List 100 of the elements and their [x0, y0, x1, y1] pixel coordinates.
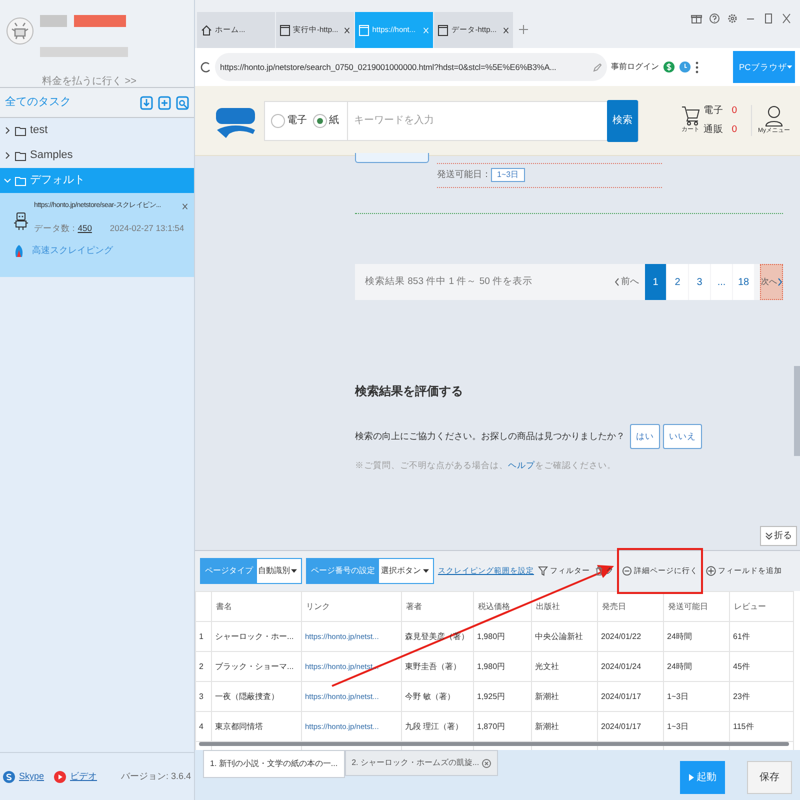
skype-icon[interactable]: [3, 770, 15, 782]
table-cell: シャーロック・ホー...: [215, 632, 294, 640]
maximize-icon[interactable]: [763, 13, 774, 24]
settings-icon[interactable]: [727, 13, 738, 24]
help-note: ※ご質問、ご不明な点がある場合は、ヘルプをご確認ください。: [355, 459, 616, 472]
table-cell: 1,980円: [477, 662, 506, 670]
column-header: レビュー: [734, 602, 766, 610]
folder-item[interactable]: Samples: [0, 143, 194, 168]
play-icon: [688, 774, 694, 781]
close-icon[interactable]: [502, 26, 509, 34]
trash-icon: [594, 566, 604, 576]
play-icon[interactable]: [54, 770, 66, 782]
row-number: 4: [199, 722, 204, 730]
table-cell: 24時間: [667, 632, 692, 640]
data-count: 450: [78, 222, 92, 234]
row-number: 1: [199, 632, 204, 640]
radio-option[interactable]: 電子: [271, 113, 307, 128]
previous-link[interactable]: 前へ: [615, 275, 639, 289]
table-cell: 1~3日: [667, 692, 689, 700]
section-heading: 検索結果を評価する: [355, 383, 463, 400]
chevron-down-icon[interactable]: [4, 177, 11, 184]
help-link[interactable]: ヘルプ: [508, 460, 535, 470]
select-field[interactable]: ページタイプ 自動識別: [200, 558, 302, 584]
new-tab-icon[interactable]: [518, 24, 528, 34]
search-button[interactable]: 検索: [607, 100, 638, 142]
chevron-right-icon[interactable]: [4, 127, 11, 134]
search-bar[interactable]: 電子 紙 キーワードを入力 検索: [264, 100, 639, 140]
home-icon: [201, 24, 212, 36]
folder-item[interactable]: test: [0, 118, 194, 143]
dollar-icon[interactable]: [663, 61, 675, 73]
page-link[interactable]: 2: [667, 264, 688, 300]
table-cell: 東野圭吾（著）: [405, 662, 461, 670]
plus-circle-icon: [706, 566, 716, 576]
question-text: 検索の向上にご協力ください。お探しの商品は見つかりましたか？: [355, 430, 625, 443]
search-file-icon[interactable]: [176, 96, 189, 110]
folder-icon: [15, 150, 26, 160]
add-file-icon[interactable]: [158, 96, 171, 110]
url-field[interactable]: https://honto.jp/netstore/search_0750_0219001000000.html?hdst=0&stcl=%5E%E6%B3%A...: [215, 53, 607, 81]
filter-icon: [538, 566, 548, 576]
scrollbar-thumb[interactable]: [794, 366, 800, 456]
cart-count: 0: [732, 122, 737, 136]
column-header: リンク: [306, 602, 330, 610]
answer-button[interactable]: いいえ: [663, 424, 702, 449]
table-cell: 2024/01/24: [601, 662, 642, 670]
user-icon[interactable]: [765, 105, 783, 127]
table-cell: 23件: [733, 692, 750, 700]
column-header: 発売日: [602, 602, 626, 610]
clock-icon[interactable]: [679, 61, 691, 73]
task-tab[interactable]: 2. シャーロック・ホームズの凱旋...: [344, 750, 498, 776]
page-icon: [438, 24, 448, 36]
data-count-label: データ数 :: [34, 222, 75, 234]
answer-button[interactable]: はい: [630, 424, 660, 449]
close-icon[interactable]: [781, 13, 792, 24]
start-button[interactable]: 起動: [680, 761, 725, 794]
page-link[interactable]: 1: [645, 264, 666, 300]
browser-mode-dropdown[interactable]: PCブラウザ: [733, 51, 795, 83]
column-header: 著者: [406, 602, 422, 610]
page-link[interactable]: ...: [711, 264, 732, 300]
save-button[interactable]: 保存: [747, 761, 792, 794]
select-field[interactable]: ページ番号の設定 選択ボタン: [306, 558, 434, 584]
horizontal-scrollbar[interactable]: [199, 742, 789, 746]
skype-link[interactable]: Skype: [19, 770, 44, 784]
help-icon[interactable]: [709, 13, 720, 24]
cart-icon[interactable]: [682, 106, 700, 126]
table-cell: 2024/01/17: [601, 692, 642, 700]
table-cell: 光文社: [535, 662, 559, 670]
page-icon: [280, 24, 290, 36]
table-cell: 115件: [733, 722, 754, 730]
column-header: 税込価格: [478, 602, 510, 610]
close-circle-icon[interactable]: [482, 758, 492, 768]
table-cell: 45件: [733, 662, 750, 670]
table-cell: 1~3日: [667, 722, 689, 730]
rocket-icon: [14, 245, 24, 257]
page-icon: [359, 24, 370, 36]
more-icon[interactable]: [695, 60, 699, 74]
collapse-button[interactable]: 折る: [760, 526, 797, 546]
close-icon[interactable]: [182, 202, 188, 210]
gift-icon[interactable]: [691, 13, 702, 24]
table-cell: 東京都同情塔: [215, 722, 263, 730]
caret-icon: [786, 65, 792, 69]
chevron-right-icon: [778, 278, 782, 286]
page-link[interactable]: 18: [733, 264, 754, 300]
task-tab[interactable]: 1. 新刊の小説・文学の紙の本の一...: [203, 750, 345, 778]
pay-link[interactable]: 料金を払うに行く >>: [42, 74, 136, 89]
robot-icon: [14, 211, 28, 231]
close-icon[interactable]: [344, 26, 350, 34]
caret-icon: [291, 569, 297, 573]
download-icon[interactable]: [140, 96, 153, 110]
table-cell: 1,870円: [477, 722, 506, 730]
page-link[interactable]: 3: [689, 264, 710, 300]
cart-type-label: 通販: [704, 122, 724, 136]
table-cell: ブラック・ショーマ...: [215, 662, 294, 670]
prelogin-button[interactable]: 事前ログイン: [611, 61, 659, 73]
table-cell: 24時間: [667, 662, 692, 670]
table-cell: 一夜（隠蔽捜査）: [215, 692, 279, 700]
next-link[interactable]: 次へ: [760, 264, 783, 300]
table-cell: 新潮社: [535, 722, 559, 730]
video-link[interactable]: ビデオ: [70, 770, 98, 784]
reload-icon[interactable]: [200, 60, 211, 74]
chevron-right-icon[interactable]: [4, 152, 11, 159]
